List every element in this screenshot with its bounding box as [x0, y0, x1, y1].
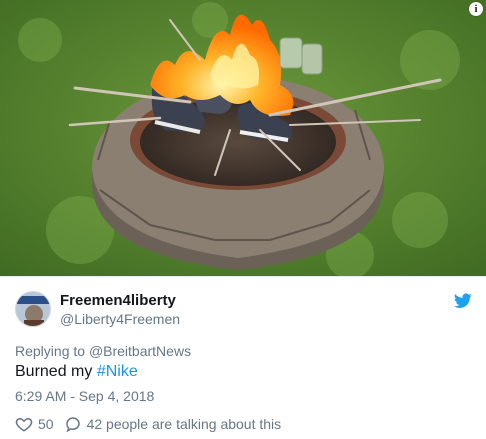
like-button[interactable]: 50 — [15, 415, 54, 433]
avatar[interactable] — [15, 291, 51, 327]
conversation-text: 42 people are talking about this — [86, 416, 282, 432]
twitter-bird-icon[interactable] — [454, 293, 472, 309]
info-icon[interactable]: i — [469, 2, 483, 16]
tweet-actions: 50 42 people are talking about this — [15, 415, 291, 433]
replying-to-link[interactable]: @BreitbartNews — [89, 343, 191, 359]
tweet-text-body: Burned my — [15, 363, 93, 380]
heart-icon — [15, 417, 33, 432]
fire-pit-image — [0, 0, 486, 276]
conversation-button[interactable]: 42 people are talking about this — [64, 415, 282, 433]
avatar-image — [16, 292, 50, 326]
display-name[interactable]: Freemen4liberty — [60, 292, 176, 309]
replying-to-line: Replying to @BreitbartNews — [15, 343, 191, 359]
like-count: 50 — [38, 416, 54, 432]
hashtag-link[interactable]: #Nike — [97, 363, 138, 380]
timestamp[interactable]: 6:29 AM - Sep 4, 2018 — [15, 388, 154, 404]
tweet-photo[interactable]: i — [0, 0, 486, 276]
replying-to-prefix: Replying to — [15, 343, 86, 359]
user-handle[interactable]: @Liberty4Freemen — [60, 311, 180, 327]
tweet-card: Freemen4liberty @Liberty4Freemen Replyin… — [0, 276, 486, 439]
tweet-text: Burned my #Nike — [15, 363, 138, 381]
comment-icon — [65, 417, 80, 433]
